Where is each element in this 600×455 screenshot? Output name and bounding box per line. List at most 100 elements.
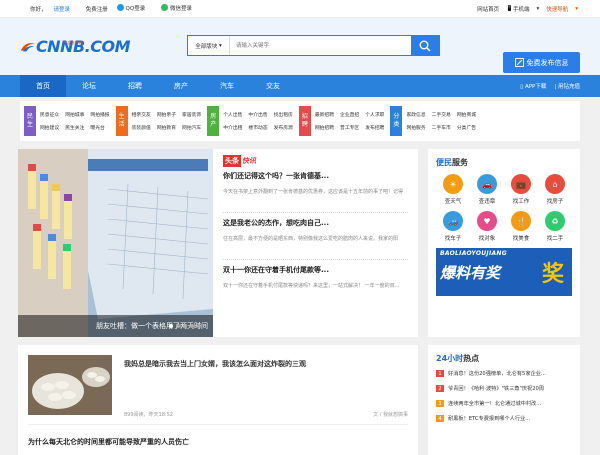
hot-item[interactable]: 3 连续两年全市第一！北仑通过城中村改... xyxy=(436,400,572,407)
feature-image[interactable]: 朋友吐槽：做一个表格用了两天时间 xyxy=(18,149,213,337)
service-label: 找对象 xyxy=(478,236,496,242)
category-link[interactable]: 发布招聘 xyxy=(365,124,384,131)
carousel-dot[interactable] xyxy=(183,324,187,328)
mobile-link[interactable]: 📱 手机端 ▾ xyxy=(506,5,539,13)
category-link[interactable]: 网拍服务 xyxy=(406,124,425,131)
category-link[interactable]: 二手交易 xyxy=(432,111,451,118)
category-link[interactable]: 发布房源 xyxy=(274,124,293,131)
login-link[interactable]: 请登录 xyxy=(54,5,71,13)
category-tag[interactable]: 分类 xyxy=(390,106,403,136)
hot-item[interactable]: 2 爷青回！《哈利·波特》"铁三角"庆祝20周 xyxy=(436,385,572,392)
category-link[interactable]: 楼市动态 xyxy=(248,124,267,131)
nav-item-car[interactable]: 汽车 xyxy=(204,75,250,97)
service-item[interactable]: 🚗 查违章 xyxy=(470,174,504,205)
wechat-login-link[interactable]: 微信登录 xyxy=(160,4,199,12)
register-link[interactable]: 免费注册 xyxy=(86,5,108,13)
carousel-dot[interactable] xyxy=(176,324,180,328)
category-link[interactable]: 曝光台 xyxy=(90,124,109,131)
article-author[interactable]: 文 / 我就想搞事 xyxy=(373,411,408,418)
site-logo[interactable]: CNNB.COM 宁波东方网 xyxy=(20,32,131,62)
news-item[interactable]: 双十一你还在守着手机付尾款等... 双十一你还在守着手机付尾款等快递吗？来这里，… xyxy=(223,265,408,306)
category-link[interactable]: 网拍汽车 xyxy=(182,124,201,131)
category-link[interactable]: 网拍城事 xyxy=(65,111,84,118)
nav-item-dating[interactable]: 交友 xyxy=(250,75,296,97)
category-link[interactable]: 相亲交友 xyxy=(132,111,151,118)
hot-item[interactable]: 1 好消息！这份20强榜单，北仑有5家企业... xyxy=(436,370,572,377)
news-item[interactable]: 你们还记得这个吗？一张肯德基... 今天在书架上意外翻到了一张肯德基的优惠券，这… xyxy=(223,171,408,213)
baoliao-banner[interactable]: BAOLIAOYOUJIANG 爆料有奖 奖 xyxy=(436,248,572,296)
nav-item-home[interactable]: 首页 xyxy=(20,75,66,97)
category-tag[interactable]: 房产 xyxy=(207,106,220,136)
qq-icon xyxy=(116,4,124,12)
news-title[interactable]: 双十一你还在守着手机付尾款等... xyxy=(223,265,408,275)
hot-rank: 2 xyxy=(436,385,444,392)
service-item[interactable]: 💼 找工作 xyxy=(504,174,538,205)
category-links: 最新招聘 企业直招 个人求职网拍招聘 普工专区 发布招聘 xyxy=(315,111,385,131)
service-item[interactable]: ☀ 查天气 xyxy=(436,174,470,205)
service-item[interactable]: ⌂ 找房子 xyxy=(538,174,572,205)
category-link[interactable]: 网拍播报 xyxy=(90,111,109,118)
nav-item-forum[interactable]: 论坛 xyxy=(66,75,112,97)
home-link[interactable]: 网站首页 xyxy=(477,5,499,13)
news-item[interactable]: 这是我老公的杰作，想吃肉自己... 住在高层，最不方便的是晒东西，特别像我这么爱… xyxy=(223,218,408,260)
service-item[interactable]: ♥ 找对象 xyxy=(470,211,504,242)
app-download-link[interactable]: ▯ APP下载 xyxy=(520,82,546,90)
category-link[interactable]: 家政信息 xyxy=(406,111,425,118)
search-button[interactable] xyxy=(411,36,439,55)
category-link[interactable]: 最新招聘 xyxy=(315,111,334,118)
carousel-dot[interactable] xyxy=(190,324,194,328)
carousel-dot[interactable] xyxy=(197,324,201,328)
category-tag-char: 分 xyxy=(393,113,400,120)
category-link[interactable]: 网拍商城 xyxy=(457,111,476,118)
article-thumbnail[interactable] xyxy=(28,355,112,415)
hot-item[interactable]: 4 耐黑板！ETC专费报到哪个人行业... xyxy=(436,415,572,422)
category-link[interactable]: 家居装饰 xyxy=(182,111,201,118)
category-link[interactable]: 民意征众 xyxy=(40,111,59,118)
top-bar: 你好， 请登录 免费注册 QQ登录 微信登录 网站首页 📱 手机端 ▾ 快速导航 ▾ xyxy=(0,0,600,18)
publish-label: 免费发布信息 xyxy=(526,58,569,67)
article-meta: 899阅读，昨天18:52 文 / 我就想搞事 xyxy=(124,411,408,418)
category-link[interactable]: 个人求职 xyxy=(365,111,384,118)
category-link[interactable]: 个人出售 xyxy=(223,111,242,118)
category-link[interactable]: 装装颜值 xyxy=(132,124,151,131)
header: CNNB.COM 宁波东方网 全部版块 ▾ 免费发布信息 xyxy=(0,18,600,75)
category-link[interactable]: 网拍教育 xyxy=(157,124,176,131)
article-title-next[interactable]: 为什么每天北仑的时间里都可能导致严重的人员伤亡 xyxy=(28,437,408,447)
service-icon: ♻ xyxy=(545,211,565,231)
headline-news: 头条 快讯 你们还记得这个吗？一张肯德基... 今天在书架上意外翻到了一张肯德基的… xyxy=(213,149,418,337)
nav-item-house[interactable]: 房产 xyxy=(158,75,204,97)
quick-nav-link[interactable]: 快速导航 ▾ xyxy=(546,5,578,13)
category-tag[interactable]: 招聘 xyxy=(298,106,311,136)
list-item[interactable]: 我妈总是暗示我去当上门女婿，我该怎么面对这炸裂的三观 899阅读，昨天18:52… xyxy=(28,355,408,425)
category-tag[interactable]: 生活 xyxy=(115,106,128,136)
category-link[interactable]: 中介出售 xyxy=(248,111,267,118)
qq-login-link[interactable]: QQ登录 xyxy=(116,4,153,12)
category-link[interactable]: 二手车市 xyxy=(432,124,451,131)
category-link[interactable]: 企业直招 xyxy=(340,111,359,118)
category-link[interactable]: 网拍招聘 xyxy=(315,124,334,131)
category-link[interactable]: 普工专区 xyxy=(340,124,359,131)
service-item[interactable]: 🍴 找美食 xyxy=(504,211,538,242)
category-link[interactable]: 分类广告 xyxy=(457,124,476,131)
category-link[interactable]: 找出租房 xyxy=(274,111,293,118)
news-title[interactable]: 这是我老公的杰作，想吃肉自己... xyxy=(223,218,408,228)
category-tag[interactable]: 民生 xyxy=(24,106,36,136)
category-link[interactable]: 中介出租 xyxy=(223,124,242,131)
search-category-select[interactable]: 全部版块 ▾ xyxy=(188,36,230,55)
service-item[interactable]: 🚙 找车子 xyxy=(436,211,470,242)
service-item[interactable]: ♻ 找二手 xyxy=(538,211,572,242)
news-title[interactable]: 你们还记得这个吗？一张肯德基... xyxy=(223,171,408,181)
sidebar: 便民服务 ☀ 查天气 🚗 查违章 💼 找工作 ⌂ 找房子 🚙 找车子 ♥ 找对象 🍴 找美食 ♻ 找二手 BA… xyxy=(428,149,580,455)
search-input[interactable] xyxy=(230,36,411,55)
category-link[interactable]: 网拍亲子 xyxy=(157,111,176,118)
publish-button[interactable]: 免费发布信息 xyxy=(503,52,580,73)
carousel-dot[interactable] xyxy=(169,324,173,328)
category-link[interactable]: 民生关注 xyxy=(65,124,84,131)
hot-rank: 4 xyxy=(436,415,444,422)
category-tag-char: 类 xyxy=(393,121,400,128)
article-title[interactable]: 我妈总是暗示我去当上门女婿，我该怎么面对这炸裂的三观 xyxy=(124,359,408,369)
category-link[interactable]: 网拍建议 xyxy=(40,124,59,131)
nav-item-jobs[interactable]: 招聘 xyxy=(112,75,158,97)
service-icon: ⌂ xyxy=(545,174,565,194)
recharge-link[interactable]: | 用钻充值 xyxy=(554,82,580,90)
